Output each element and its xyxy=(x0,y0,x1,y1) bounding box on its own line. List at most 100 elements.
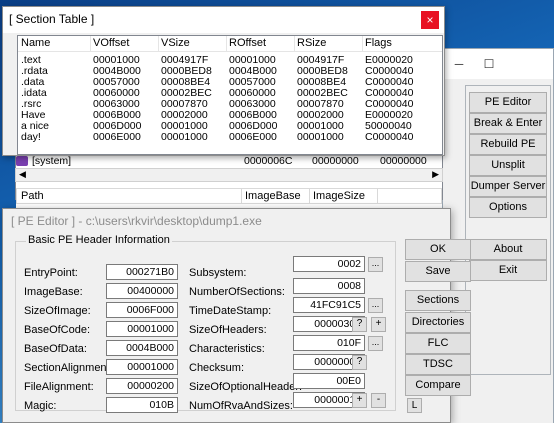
l-button[interactable]: L xyxy=(407,398,422,413)
module-header-divider xyxy=(309,189,310,203)
section-row[interactable]: Have 0006B000 00002000 0006B000 00002000 E000… xyxy=(18,110,442,121)
section-row[interactable]: .rsrc 00063000 00007870 00063000 00007870 C00… xyxy=(18,99,442,110)
section-cell-rsize: 00008BE4 xyxy=(297,77,347,88)
section-cell-name: .idata xyxy=(21,88,47,99)
pe-editor-button[interactable]: PE Editor xyxy=(469,92,547,113)
characteristics-field[interactable]: 010F xyxy=(293,335,365,351)
col-name[interactable]: Name xyxy=(18,36,90,51)
section-table-grid[interactable]: Name VOffset VSize ROffset RSize Flags .… xyxy=(17,35,443,155)
section-cell-roffset: 0006B000 xyxy=(229,110,277,121)
main-window-caption: ─ ☐ xyxy=(443,49,553,79)
section-cell-voffset: 00057000 xyxy=(93,77,140,88)
filealignment-field[interactable]: 00000200 xyxy=(106,378,178,394)
section-row[interactable]: .idata 00060000 00002BEC 00060000 00002BEC C0… xyxy=(18,88,442,99)
scroll-left-arrow-icon[interactable]: ◀ xyxy=(19,169,26,180)
numofrvaandsizes-plus-button[interactable]: + xyxy=(352,393,367,408)
section-cell-rsize: 00002000 xyxy=(297,110,344,121)
section-row[interactable]: day! 0006E000 00001000 0006E000 00001000 C000… xyxy=(18,132,442,143)
directories-button[interactable]: Directories xyxy=(405,312,471,333)
subsystem-label: Subsystem: xyxy=(189,267,247,279)
section-row[interactable]: a nice 0006D000 00001000 0006D000 00001000 50… xyxy=(18,121,442,132)
subsystem-field[interactable]: 0002 xyxy=(293,256,365,272)
section-cell-voffset: 0006E000 xyxy=(93,132,141,143)
timedatestamp-field[interactable]: 41FC91C5 xyxy=(293,297,365,313)
ok-button[interactable]: OK xyxy=(405,239,471,260)
group-title: Basic PE Header Information xyxy=(26,234,172,246)
magic-label: Magic: xyxy=(24,400,57,412)
pe-editor-title: [ PE Editor ] - c:\users\rkvir\desktop\d… xyxy=(11,214,262,228)
section-cell-vsize: 00002000 xyxy=(161,110,208,121)
sections-button[interactable]: Sections xyxy=(405,290,471,311)
process-list-hscrollbar[interactable]: ◀ ▶ xyxy=(15,168,443,182)
baseofcode-label: BaseOfCode: xyxy=(24,324,91,336)
process-col3: 00000000 xyxy=(312,155,359,167)
numofrvaandsizes-minus-button[interactable]: - xyxy=(371,393,386,408)
section-cell-rsize: 0000BED8 xyxy=(297,66,348,77)
sizeofheaders-help-button[interactable]: ? xyxy=(352,317,367,332)
compare-button[interactable]: Compare xyxy=(405,375,471,396)
process-row[interactable]: [system] 0000006C 00000000 00000000 xyxy=(16,155,442,168)
save-button[interactable]: Save xyxy=(405,261,471,282)
minimize-button[interactable]: ─ xyxy=(451,56,467,72)
imagebase-field[interactable]: 00400000 xyxy=(106,283,178,299)
section-cell-vsize: 00001000 xyxy=(161,132,208,143)
sizeofimage-field[interactable]: 0006F000 xyxy=(106,302,178,318)
col-roffset[interactable]: ROffset xyxy=(226,36,294,51)
flc-button[interactable]: FLC xyxy=(405,333,471,354)
section-cell-roffset: 00063000 xyxy=(229,99,276,110)
break-enter-button[interactable]: Break & Enter xyxy=(469,113,547,134)
maximize-button[interactable]: ☐ xyxy=(481,56,497,72)
section-cell-rsize: 00001000 xyxy=(297,132,344,143)
sizeofoptionalheader-field[interactable]: 00E0 xyxy=(293,373,365,389)
rebuild-pe-button[interactable]: Rebuild PE xyxy=(469,134,547,155)
section-cell-name: .text xyxy=(21,55,41,66)
magic-field[interactable]: 010B xyxy=(106,397,178,413)
section-cell-roffset: 0006D000 xyxy=(229,121,278,132)
entrypoint-field[interactable]: 000271B0 xyxy=(106,264,178,280)
section-row[interactable]: .text 00001000 0004917F 00001000 0004917F E00… xyxy=(18,55,442,66)
section-row[interactable]: .data 00057000 00008BE4 00057000 00008BE4 C00… xyxy=(18,77,442,88)
col-flags[interactable]: Flags xyxy=(362,36,442,51)
section-cell-voffset: 0006B000 xyxy=(93,110,141,121)
unsplit-button[interactable]: Unsplit xyxy=(469,155,547,176)
section-table-caption[interactable]: [ Section Table ] × xyxy=(3,7,444,33)
section-cell-vsize: 00002BEC xyxy=(161,88,212,99)
sizeofoptionalheader-label: SizeOfOptionalHeader: xyxy=(189,381,303,393)
sectionalignment-field[interactable]: 00001000 xyxy=(106,359,178,375)
dumper-server-button[interactable]: Dumper Server xyxy=(469,176,547,197)
numofrvaandsizes-label: NumOfRvaAndSizes: xyxy=(189,400,293,412)
baseofcode-field[interactable]: 00001000 xyxy=(106,321,178,337)
subsystem-browse-button[interactable]: ... xyxy=(368,257,383,272)
checksum-label: Checksum: xyxy=(189,362,245,374)
tdsc-button[interactable]: TDSC xyxy=(405,354,471,375)
module-col-imagesize[interactable]: ImageSize xyxy=(313,189,365,204)
col-vsize[interactable]: VSize xyxy=(158,36,226,51)
module-header-divider xyxy=(241,189,242,203)
sizeofheaders-label: SizeOfHeaders: xyxy=(189,324,267,336)
section-row[interactable]: .rdata 0004B000 0000BED8 0004B000 0000BED8 C0… xyxy=(18,66,442,77)
close-button[interactable]: × xyxy=(421,11,439,29)
process-name: [system] xyxy=(32,155,72,167)
section-cell-roffset: 00001000 xyxy=(229,55,276,66)
baseofdata-label: BaseOfData: xyxy=(24,343,87,355)
characteristics-browse-button[interactable]: ... xyxy=(368,336,383,351)
sizeofimage-label: SizeOfImage: xyxy=(24,305,91,317)
baseofdata-field[interactable]: 0004B000 xyxy=(106,340,178,356)
sizeofheaders-plus-button[interactable]: + xyxy=(371,317,386,332)
checksum-help-button[interactable]: ? xyxy=(352,355,367,370)
timedatestamp-browse-button[interactable]: ... xyxy=(368,298,383,313)
col-rsize[interactable]: RSize xyxy=(294,36,362,51)
section-cell-voffset: 00001000 xyxy=(93,55,140,66)
numberofsections-field[interactable]: 0008 xyxy=(293,278,365,294)
module-col-imagebase[interactable]: ImageBase xyxy=(245,189,301,204)
section-cell-name: .rdata xyxy=(21,66,48,77)
exit-button[interactable]: Exit xyxy=(469,260,547,281)
section-cell-flags: 50000040 xyxy=(365,121,412,132)
module-col-path[interactable]: Path xyxy=(21,189,44,204)
numberofsections-label: NumberOfSections: xyxy=(189,286,285,298)
section-cell-flags: C0000040 xyxy=(365,66,414,77)
col-voffset[interactable]: VOffset xyxy=(90,36,158,51)
options-button[interactable]: Options xyxy=(469,197,547,218)
scroll-right-arrow-icon[interactable]: ▶ xyxy=(432,169,439,180)
about-button[interactable]: About xyxy=(469,239,547,260)
